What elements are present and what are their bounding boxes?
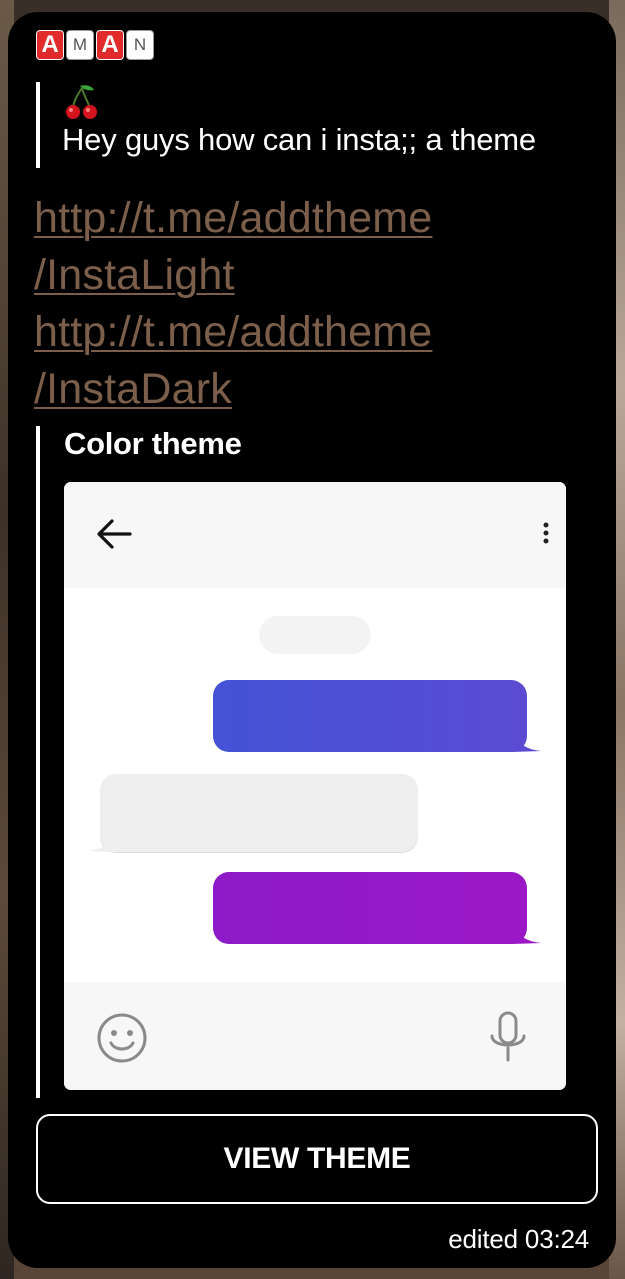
bubble-tail-icon xyxy=(86,828,116,852)
theme-link-line[interactable]: http://t.me/addtheme xyxy=(34,190,432,247)
back-arrow-icon xyxy=(96,518,132,555)
preview-incoming-bubble xyxy=(100,774,418,852)
sender-letter-tile: A xyxy=(36,30,64,60)
theme-link-line[interactable]: /InstaLight xyxy=(34,247,432,304)
message-timestamp: edited 03:24 xyxy=(448,1224,589,1254)
sender-name[interactable]: A M A N xyxy=(36,30,154,60)
more-vertical-icon xyxy=(543,522,549,549)
theme-link-line[interactable]: http://t.me/addtheme xyxy=(34,304,432,361)
theme-link-line[interactable]: /InstaDark xyxy=(34,361,432,418)
preview-input-bar xyxy=(64,982,566,1090)
bubble-tail-icon xyxy=(512,728,542,752)
theme-preview-image[interactable] xyxy=(64,482,566,1090)
sender-letter-tile: N xyxy=(126,30,154,60)
bubble-tail-icon xyxy=(512,920,542,944)
reply-quote[interactable]: Hey guys how can i insta;; a theme xyxy=(36,82,536,168)
microphone-icon xyxy=(488,1010,528,1069)
message-links: http://t.me/addtheme /InstaLight http://… xyxy=(34,190,432,418)
theme-preview-block[interactable]: Color theme xyxy=(36,426,570,1098)
sender-letter-tile: M xyxy=(66,30,94,60)
smiley-icon xyxy=(96,1012,148,1069)
preview-outgoing-bubble xyxy=(213,680,527,752)
reply-text: Hey guys how can i insta;; a theme xyxy=(62,122,536,157)
theme-title: Color theme xyxy=(64,426,242,461)
preview-outgoing-bubble xyxy=(213,872,527,944)
preview-header xyxy=(64,482,566,588)
cherry-icon xyxy=(62,82,102,122)
preview-date-pill xyxy=(259,616,371,654)
view-theme-button[interactable]: VIEW THEME xyxy=(36,1114,598,1204)
sender-letter-tile: A xyxy=(96,30,124,60)
